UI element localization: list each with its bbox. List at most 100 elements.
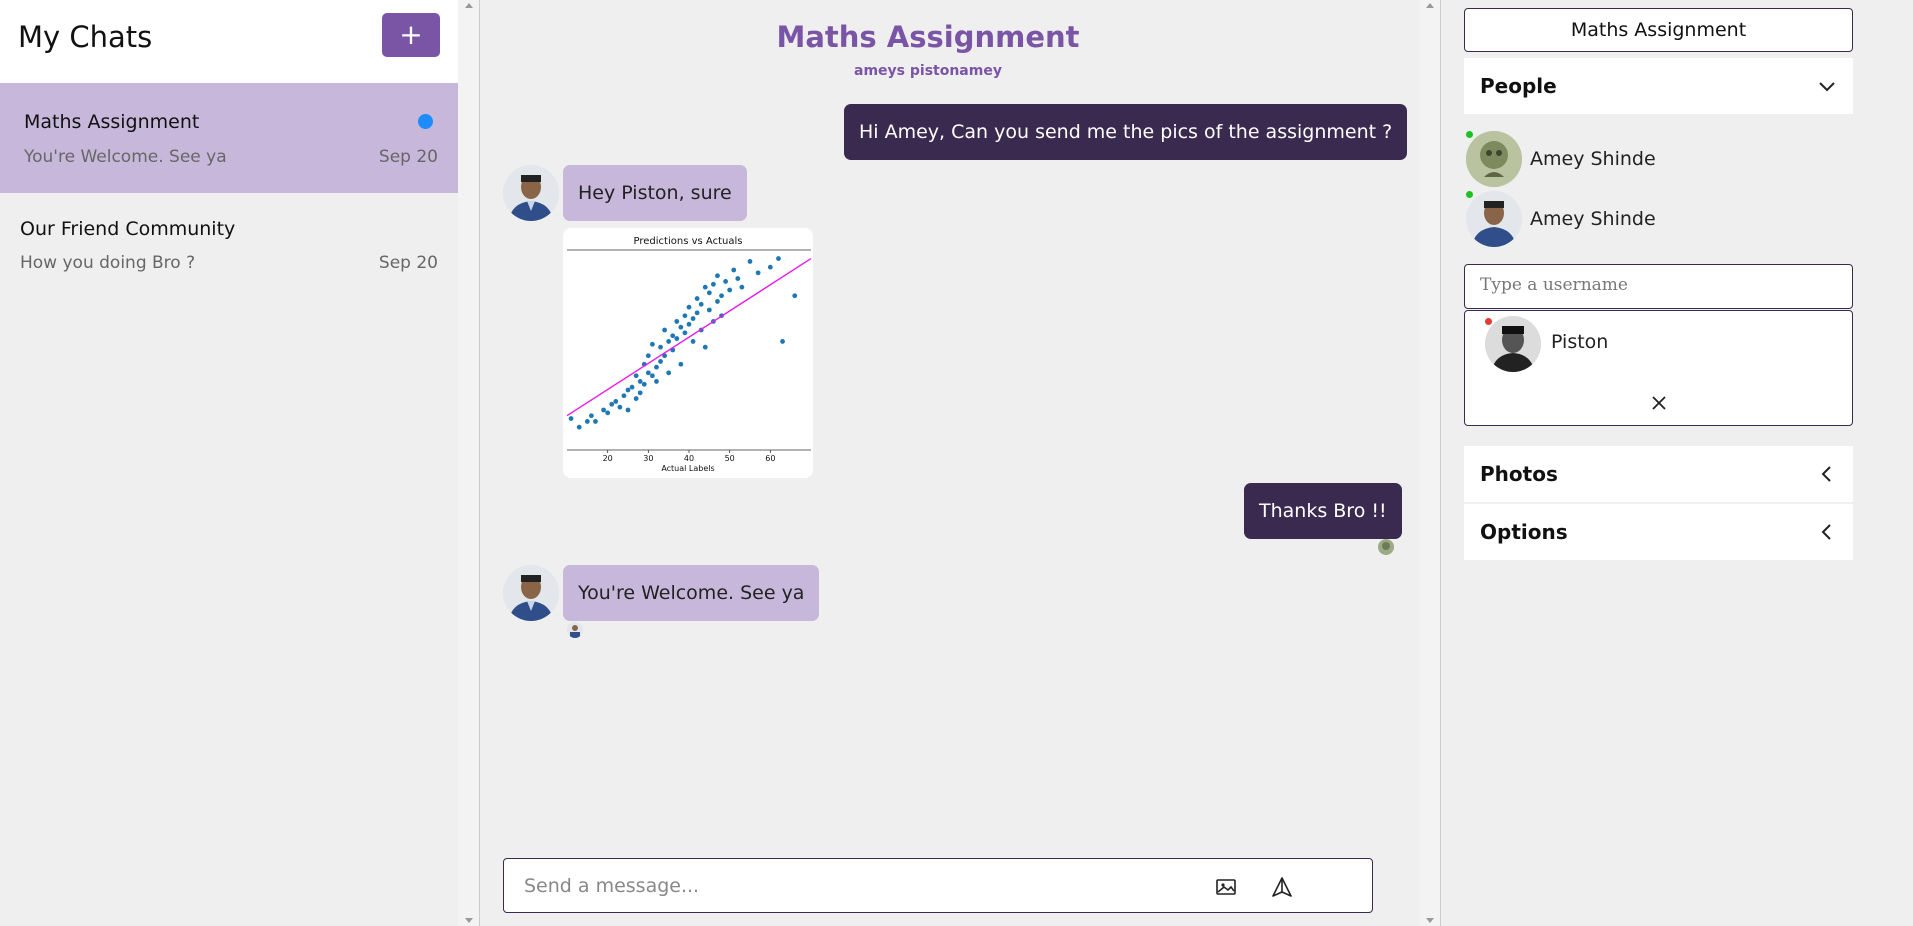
data-point	[706, 307, 712, 313]
data-point	[658, 359, 663, 364]
data-point	[662, 327, 667, 333]
avatar	[1466, 191, 1522, 247]
sidebar-title: My Chats	[18, 20, 153, 54]
data-point	[780, 339, 785, 344]
sidebar-header: My Chats +	[0, 0, 458, 83]
chevron-left-icon	[1817, 464, 1837, 484]
chat-panel: Maths Assignment ameys pistonamey Hi Ame…	[481, 0, 1441, 926]
data-point	[690, 316, 696, 321]
chat-scrollbar[interactable]	[1419, 0, 1441, 926]
options-label: Options	[1480, 520, 1568, 544]
online-status-dot	[1466, 191, 1473, 198]
data-point	[650, 373, 655, 379]
data-point	[576, 424, 582, 430]
member-item[interactable]: Amey Shinde	[1466, 131, 1846, 187]
close-icon[interactable]	[1649, 393, 1669, 413]
message-bubble-received: You're Welcome. See ya	[563, 565, 820, 621]
data-point	[698, 301, 704, 307]
message-bubble-sent: Hi Amey, Can you send me the pics of the…	[844, 104, 1408, 160]
scroll-up-arrow-icon[interactable]	[465, 3, 473, 8]
scroll-down-arrow-icon[interactable]	[465, 918, 473, 923]
data-point	[650, 341, 655, 347]
data-point	[719, 293, 724, 299]
username-input[interactable]	[1480, 275, 1830, 295]
data-point	[723, 279, 728, 284]
data-point	[625, 407, 631, 413]
details-title: Maths Assignment	[1464, 8, 1853, 52]
data-point	[747, 259, 753, 264]
data-point	[715, 273, 720, 279]
send-icon[interactable]	[1270, 875, 1294, 899]
read-receipt-avatar	[567, 622, 583, 638]
x-tick-label: 40	[684, 454, 694, 463]
data-point	[584, 419, 590, 424]
search-result-card: Piston	[1464, 310, 1853, 426]
data-point	[666, 339, 672, 344]
data-point	[690, 339, 696, 344]
photos-section-toggle[interactable]: Photos	[1464, 446, 1853, 502]
data-point	[617, 404, 623, 410]
chat-list-item[interactable]: Maths Assignment You're Welcome. See ya …	[0, 83, 458, 193]
data-point	[682, 330, 688, 336]
chat-name: Maths Assignment	[24, 111, 200, 133]
data-point	[735, 276, 741, 281]
data-point	[605, 410, 611, 416]
fit-line	[566, 257, 812, 417]
offline-status-dot	[1485, 318, 1492, 325]
data-point	[589, 413, 594, 419]
chat-title: Maths Assignment	[776, 20, 1080, 54]
online-status-dot	[1466, 131, 1473, 138]
data-point	[645, 353, 651, 359]
data-point	[609, 401, 615, 407]
options-section-toggle[interactable]: Options	[1464, 504, 1853, 560]
chat-details-panel: Maths Assignment People Amey Shinde Amey…	[1442, 0, 1913, 926]
people-section-toggle[interactable]: People	[1464, 58, 1853, 114]
data-point	[755, 270, 761, 276]
x-tick-label: 50	[725, 454, 735, 463]
avatar	[503, 165, 559, 221]
new-chat-button[interactable]: +	[382, 13, 440, 57]
message-bubble-received: Hey Piston, sure	[563, 165, 747, 221]
chat-date: Sep 20	[378, 147, 438, 167]
data-point	[678, 361, 684, 367]
data-point	[641, 381, 647, 387]
chat-list-item[interactable]: Our Friend Community How you doing Bro ?…	[0, 193, 458, 300]
data-point	[682, 313, 688, 319]
data-point	[621, 393, 627, 399]
data-point	[601, 407, 606, 413]
data-point	[633, 396, 639, 401]
data-point	[715, 299, 720, 304]
data-point	[654, 379, 659, 384]
data-point	[694, 296, 700, 301]
attached-chart-image[interactable]: Predictions vs Actuals 20 30 40 50 60 Actual L…	[563, 228, 813, 478]
data-point	[711, 281, 716, 287]
message-input[interactable]	[524, 871, 1204, 901]
data-point	[645, 370, 651, 376]
chat-last-message: How you doing Bro ?	[20, 253, 196, 273]
scatter-chart: Predictions vs Actuals 20 30 40 50 60 Actual L…	[566, 236, 812, 473]
scroll-up-arrow-icon[interactable]	[1426, 3, 1434, 8]
data-point	[686, 321, 692, 327]
data-point	[686, 304, 692, 310]
data-point	[678, 324, 684, 330]
member-name: Amey Shinde	[1530, 148, 1656, 170]
data-point	[694, 310, 700, 316]
image-icon[interactable]	[1214, 875, 1238, 899]
x-tick-label: 20	[603, 454, 613, 463]
data-point	[702, 344, 708, 350]
x-axis-label: Actual Labels	[661, 464, 714, 473]
member-item[interactable]: Amey Shinde	[1466, 191, 1846, 247]
unread-dot	[418, 114, 433, 129]
data-point	[637, 390, 643, 396]
data-point	[633, 373, 639, 379]
sidebar-scrollbar[interactable]	[458, 0, 480, 926]
scroll-down-arrow-icon[interactable]	[1426, 918, 1434, 923]
username-search-field	[1464, 264, 1853, 309]
read-receipt-avatar	[1378, 539, 1394, 555]
result-name: Piston	[1551, 331, 1609, 353]
chat-members: ameys pistonamey	[854, 63, 1002, 79]
data-point	[739, 284, 745, 290]
data-point	[670, 333, 676, 339]
chevron-down-icon	[1817, 76, 1837, 96]
data-point	[792, 293, 798, 299]
